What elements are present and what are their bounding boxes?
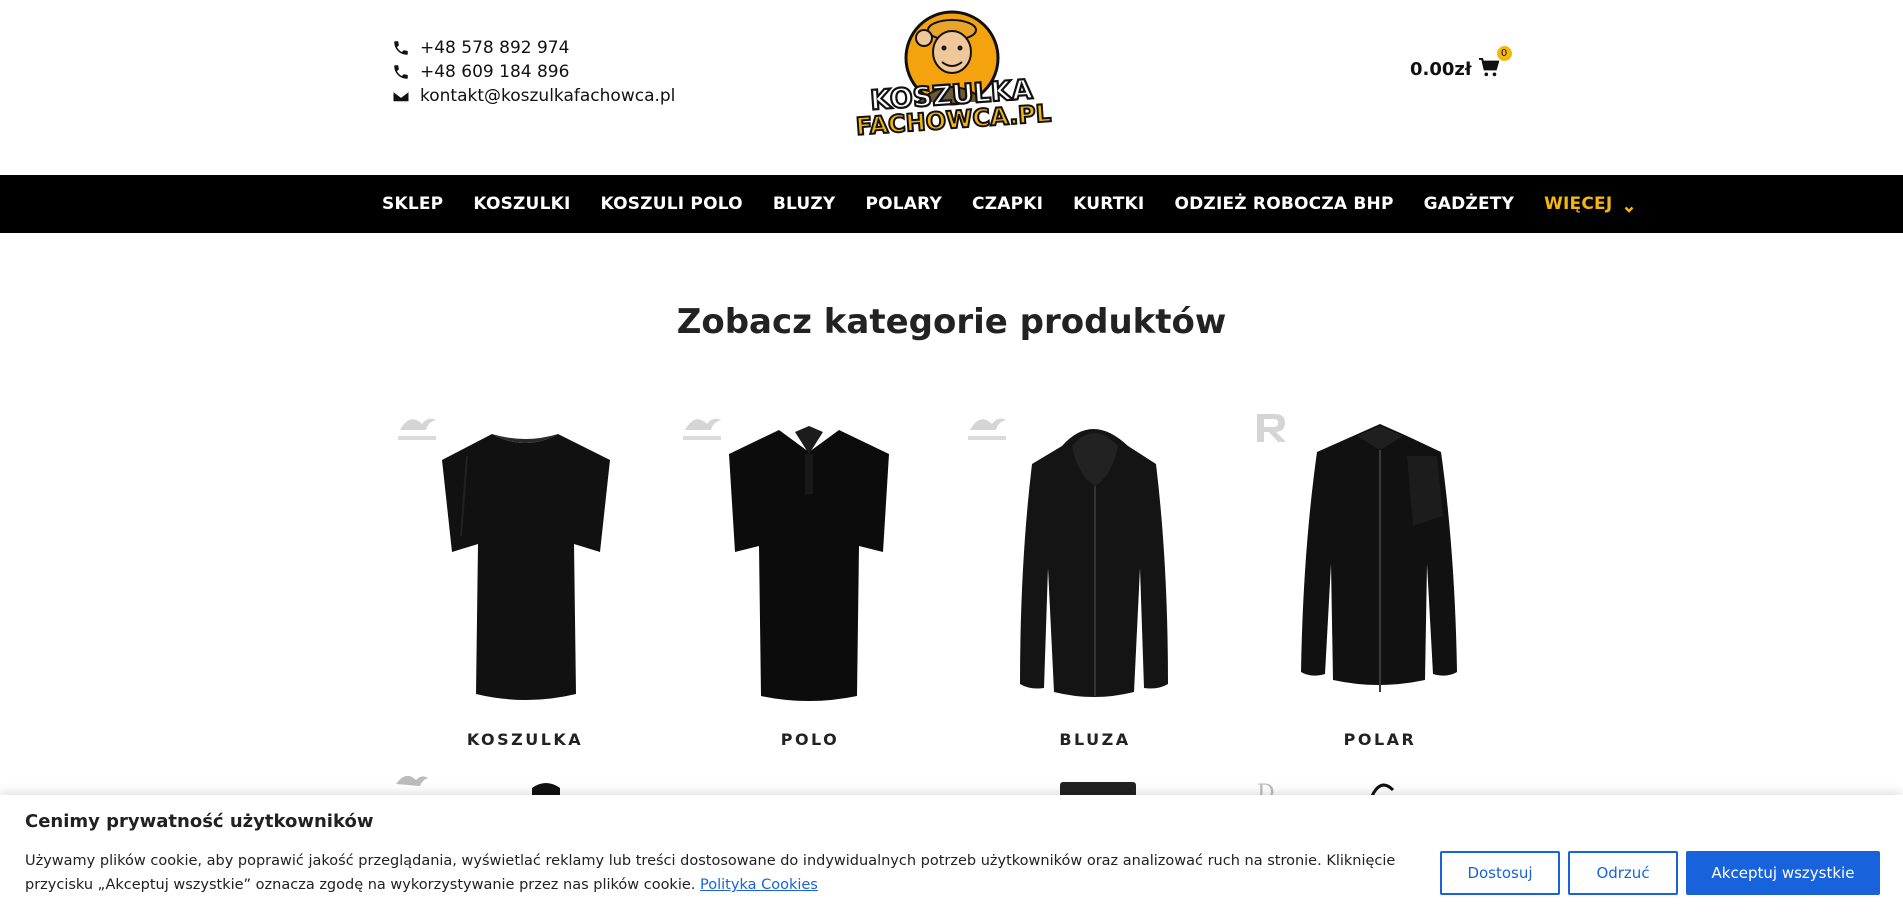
- category-name: BLUZA: [1059, 730, 1131, 749]
- contact-info: +48 578 892 974 +48 609 184 896 kontakt@…: [392, 36, 675, 108]
- cookie-policy-link[interactable]: Polityka Cookies: [700, 877, 818, 893]
- category-card-polo[interactable]: POLO: [677, 410, 943, 750]
- nav-item-sklep[interactable]: SKLEP: [382, 194, 443, 214]
- nav-item-koszulki[interactable]: KOSZULKI: [473, 194, 570, 214]
- main-nav: SKLEP KOSZULKI KOSZULI POLO BLUZY POLARY…: [0, 175, 1903, 233]
- nav-item-koszuli-polo[interactable]: KOSZULI POLO: [601, 194, 743, 214]
- site-header: +48 578 892 974 +48 609 184 896 kontakt@…: [0, 0, 1903, 175]
- cookie-banner: Cenimy prywatność użytkowników Używamy p…: [0, 795, 1903, 912]
- category-name: KOSZULKA: [466, 730, 584, 749]
- site-logo[interactable]: KOSZULKA FACHOWCA.PL: [838, 8, 1066, 142]
- nav-item-odziez-robocza[interactable]: ODZIEŻ ROBOCZA BHP: [1174, 194, 1393, 214]
- phone-2-text: +48 609 184 896: [420, 62, 570, 82]
- envelope-icon: [392, 87, 420, 105]
- category-name: POLAR: [1343, 730, 1417, 749]
- fleece-jacket-image[interactable]: [1277, 416, 1483, 706]
- category-name: POLO: [780, 730, 840, 749]
- nav-item-kurtki[interactable]: KURTKI: [1073, 194, 1144, 214]
- nav-item-czapki[interactable]: CZAPKI: [972, 194, 1043, 214]
- cart-icon[interactable]: 0: [1478, 46, 1512, 80]
- nav-item-more[interactable]: WIĘCEJ: [1544, 194, 1634, 214]
- nav-item-bluzy[interactable]: BLUZY: [773, 194, 836, 214]
- tshirt-image[interactable]: [422, 416, 628, 706]
- accept-all-button[interactable]: Akceptuj wszystkie: [1686, 851, 1880, 895]
- hoodie-image[interactable]: [992, 416, 1198, 706]
- category-card-polar[interactable]: POLAR: [1247, 410, 1513, 750]
- phone-1[interactable]: +48 578 892 974: [392, 36, 675, 60]
- nav-more-label: WIĘCEJ: [1544, 194, 1613, 214]
- chevron-down-icon: [1624, 199, 1634, 213]
- customize-button[interactable]: Dostosuj: [1440, 851, 1560, 895]
- email-link[interactable]: kontakt@koszulkafachowca.pl: [392, 84, 675, 108]
- email-text: kontakt@koszulkafachowca.pl: [420, 86, 676, 106]
- phone-icon: [392, 39, 420, 57]
- nav-item-polary[interactable]: POLARY: [865, 194, 942, 214]
- cart-total: 0.00zł: [1410, 58, 1472, 80]
- category-card-koszulka[interactable]: KOSZULKA: [392, 410, 658, 750]
- cookie-text: Używamy plików cookie, aby poprawić jako…: [25, 849, 1425, 897]
- phone-icon: [392, 63, 420, 81]
- phone-1-text: +48 578 892 974: [420, 38, 570, 58]
- cart-count-badge: 0: [1496, 46, 1512, 61]
- cookie-title: Cenimy prywatność użytkowników: [25, 811, 374, 832]
- category-card-bluza[interactable]: BLUZA: [962, 410, 1228, 750]
- reject-button[interactable]: Odrzuć: [1568, 851, 1678, 895]
- section-title: Zobacz kategorie produktów: [676, 302, 1227, 342]
- phone-2[interactable]: +48 609 184 896: [392, 60, 675, 84]
- category-grid: KOSZULKA POLO BLUZA POLAR: [392, 410, 1512, 750]
- polo-image[interactable]: [707, 416, 913, 706]
- cart-widget[interactable]: 0.00zł 0: [1410, 46, 1512, 80]
- nav-item-gadzety[interactable]: GADŻETY: [1424, 194, 1514, 214]
